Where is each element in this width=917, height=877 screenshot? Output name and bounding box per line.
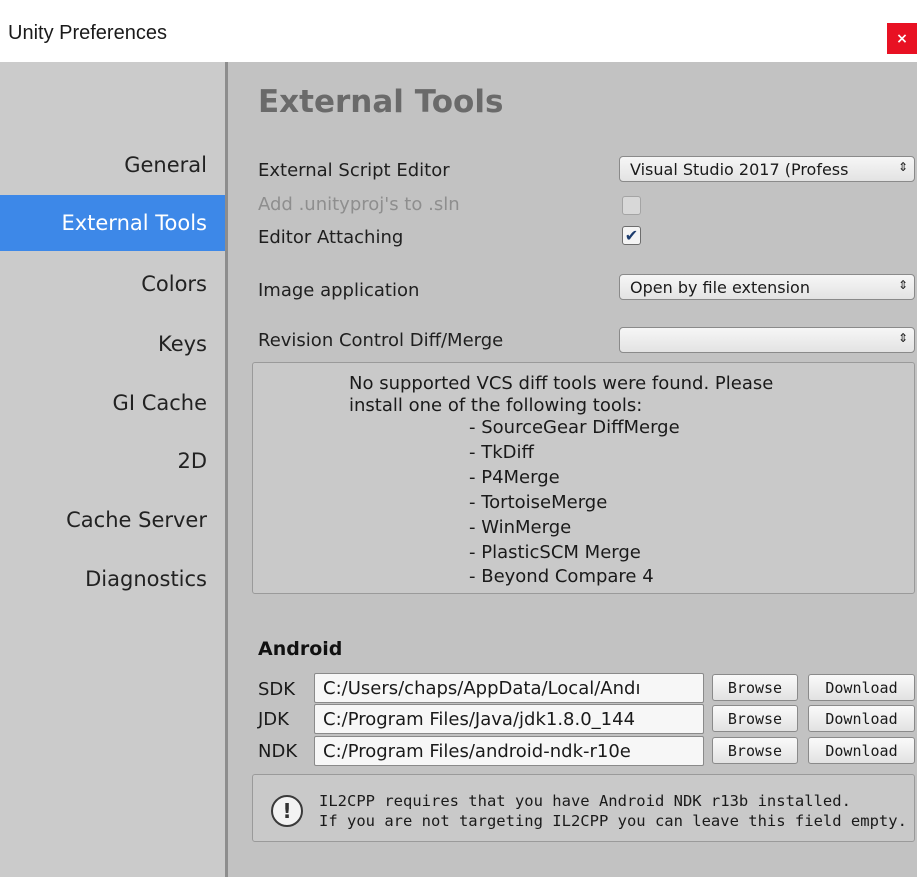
script-editor-dropdown[interactable]: Visual Studio 2017 (Profess ⇕ — [619, 156, 915, 182]
vcs-tool-item: - Beyond Compare 4 — [469, 566, 654, 587]
sidebar-item-general[interactable]: General — [0, 137, 225, 193]
vcs-tool-item: - PlasticSCM Merge — [469, 542, 641, 563]
vcs-tool-item: - TortoiseMerge — [469, 492, 608, 513]
vcs-tool-item: - P4Merge — [469, 467, 560, 488]
jdk-browse-button[interactable]: Browse — [712, 705, 798, 732]
page-title: External Tools — [258, 84, 504, 120]
revision-control-dropdown[interactable]: ⇕ — [619, 327, 915, 353]
sdk-path-field[interactable]: C:/Users/chaps/AppData/Local/Andı — [314, 673, 704, 703]
vcs-tool-item: - SourceGear DiffMerge — [469, 417, 680, 438]
image-application-label: Image application — [258, 280, 420, 301]
close-icon: × — [896, 30, 908, 47]
sidebar-item-keys[interactable]: Keys — [0, 316, 225, 372]
warning-line: IL2CPP requires that you have Android ND… — [319, 792, 851, 810]
jdk-download-button[interactable]: Download — [808, 705, 915, 732]
ndk-label: NDK — [258, 741, 298, 762]
image-application-value: Open by file extension — [630, 277, 810, 297]
add-unityproj-label: Add .unityproj's to .sln — [258, 194, 460, 215]
editor-attaching-label: Editor Attaching — [258, 227, 404, 248]
sdk-download-button[interactable]: Download — [808, 674, 915, 701]
il2cpp-warning-box: ! IL2CPP requires that you have Android … — [252, 774, 915, 842]
image-application-dropdown[interactable]: Open by file extension ⇕ — [619, 274, 915, 300]
android-section-title: Android — [258, 638, 343, 660]
vcs-help-box: No supported VCS diff tools were found. … — [252, 362, 915, 594]
ndk-path-field[interactable]: C:/Program Files/android-ndk-r10e — [314, 736, 704, 766]
script-editor-label: External Script Editor — [258, 160, 450, 181]
sidebar-item-colors[interactable]: Colors — [0, 256, 225, 312]
ndk-download-button[interactable]: Download — [808, 737, 915, 764]
sidebar-item-diagnostics[interactable]: Diagnostics — [0, 551, 225, 607]
checkmark-icon: ✔ — [624, 226, 639, 245]
jdk-label: JDK — [258, 709, 289, 730]
sdk-browse-button[interactable]: Browse — [712, 674, 798, 701]
ndk-browse-button[interactable]: Browse — [712, 737, 798, 764]
window-title: Unity Preferences — [8, 22, 167, 44]
dropdown-arrows-icon: ⇕ — [897, 160, 908, 174]
dropdown-arrows-icon: ⇕ — [897, 331, 908, 345]
add-unityproj-checkbox[interactable] — [622, 196, 641, 215]
vcs-tool-item: - TkDiff — [469, 442, 534, 463]
window-titlebar: Unity Preferences × — [0, 0, 917, 62]
sidebar-item-external-tools[interactable]: External Tools — [0, 195, 225, 251]
vcs-message-line: No supported VCS diff tools were found. … — [349, 373, 774, 394]
vcs-message-line: install one of the following tools: — [349, 395, 643, 416]
preferences-content: External Tools External Script Editor Vi… — [228, 62, 917, 877]
vcs-message: No supported VCS diff tools were found. … — [349, 373, 773, 417]
vcs-tool-item: - WinMerge — [469, 517, 572, 538]
dropdown-arrows-icon: ⇕ — [897, 278, 908, 292]
revision-control-label: Revision Control Diff/Merge — [258, 330, 504, 351]
sidebar-item-2d[interactable]: 2D — [0, 433, 225, 489]
close-button[interactable]: × — [887, 23, 917, 54]
sdk-label: SDK — [258, 679, 296, 700]
sidebar-item-cache-server[interactable]: Cache Server — [0, 492, 225, 548]
il2cpp-warning-text: IL2CPP requires that you have Android ND… — [319, 791, 907, 831]
warning-line: If you are not targeting IL2CPP you can … — [319, 812, 907, 830]
sidebar: General External Tools Colors Keys GI Ca… — [0, 62, 228, 877]
sidebar-item-gi-cache[interactable]: GI Cache — [0, 375, 225, 431]
info-icon: ! — [271, 795, 303, 827]
script-editor-value: Visual Studio 2017 (Profess — [630, 159, 849, 179]
editor-attaching-checkbox[interactable]: ✔ — [622, 226, 641, 245]
jdk-path-field[interactable]: C:/Program Files/Java/jdk1.8.0_144 — [314, 704, 704, 734]
